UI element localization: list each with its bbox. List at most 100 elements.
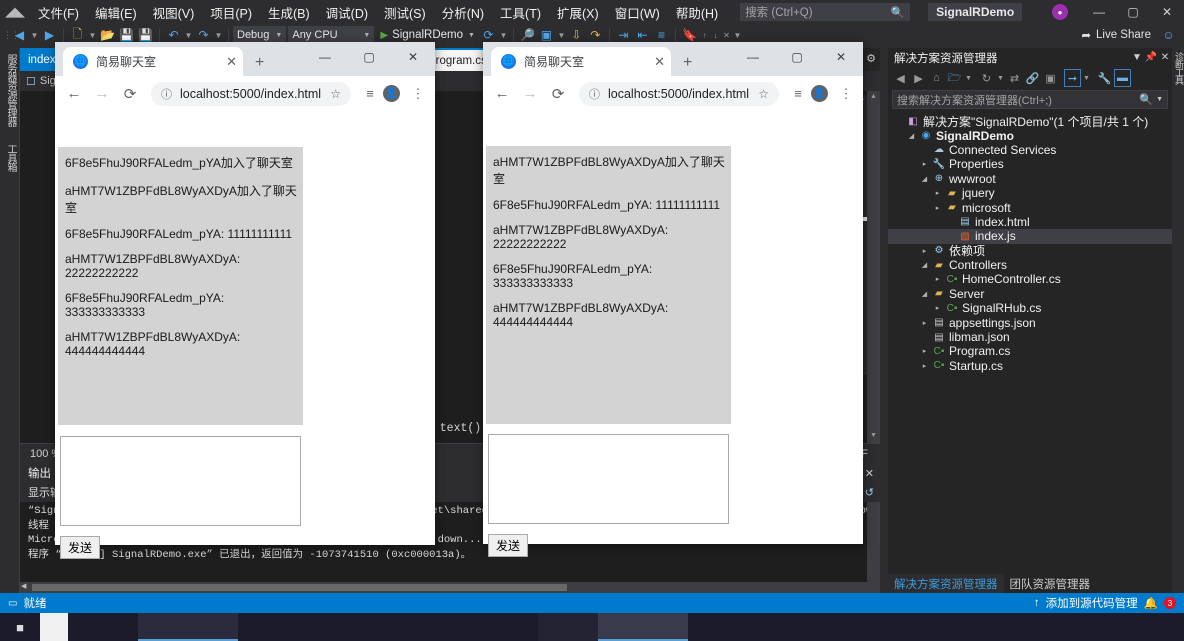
tree-item-connectedservices[interactable]: ☁Connected Services bbox=[888, 143, 1172, 157]
browser1-message-input[interactable] bbox=[60, 436, 301, 526]
browser2-profile-icon[interactable]: 👤 bbox=[811, 85, 833, 102]
tree-item-signalrdemo[interactable]: ◢◉SignalRDemo bbox=[888, 128, 1172, 142]
expander-icon[interactable]: ▸ bbox=[931, 275, 944, 283]
navigate-back-icon[interactable]: ◀ bbox=[10, 26, 29, 44]
menu-item-2[interactable]: 视图(V) bbox=[145, 0, 203, 25]
pin-icon[interactable]: 📌 bbox=[1144, 52, 1158, 63]
browser2-reading-list-icon[interactable]: ≡ bbox=[787, 86, 809, 101]
menu-item-1[interactable]: 编辑(E) bbox=[87, 0, 145, 25]
browser2-forward-icon[interactable]: → bbox=[517, 85, 543, 102]
browser1-minimize-button[interactable]: — bbox=[303, 42, 347, 72]
browser1-address-bar[interactable]: ⓘ localhost:5000/index.html ☆ bbox=[151, 82, 351, 106]
forward-icon[interactable]: ▶ bbox=[910, 69, 927, 87]
sync-with-active-document-icon[interactable]: ➞ bbox=[1064, 69, 1081, 87]
tree-item-controllers[interactable]: ◢▰Controllers bbox=[888, 258, 1172, 272]
collapse-all-icon[interactable]: ⇄ bbox=[1006, 69, 1023, 87]
output-close-icon[interactable]: ✕ bbox=[865, 467, 880, 480]
browser1-menu-icon[interactable]: ⋮ bbox=[407, 86, 429, 102]
vs-close-button[interactable]: ✕ bbox=[1150, 5, 1184, 19]
taskbar-item-other[interactable] bbox=[538, 613, 598, 641]
browser1-tab-close-icon[interactable]: ✕ bbox=[220, 54, 237, 70]
browser1-back-icon[interactable]: ← bbox=[61, 85, 87, 102]
output-horizontal-scrollbar[interactable]: ◀ bbox=[20, 582, 867, 593]
bookmark-star-icon[interactable]: ☆ bbox=[758, 87, 769, 101]
notifications-icon[interactable]: 🔔 bbox=[1144, 596, 1158, 610]
panel-menu-icon[interactable]: ▼ bbox=[1130, 52, 1144, 63]
live-share-button[interactable]: ➦ Live Share bbox=[1081, 28, 1151, 42]
tree-item-program.cs[interactable]: ▸C▪Program.cs bbox=[888, 344, 1172, 358]
editor-vertical-scrollbar[interactable]: ▲ ▼ bbox=[867, 91, 880, 443]
taskbar-item-browser[interactable] bbox=[138, 613, 238, 641]
tab-solution-explorer[interactable]: 解决方案资源管理器 bbox=[888, 574, 1004, 594]
navigate-back-dropdown-icon[interactable]: ▼ bbox=[29, 26, 40, 44]
expander-icon[interactable]: ◢ bbox=[918, 261, 931, 269]
browser1-maximize-button[interactable]: ▢ bbox=[347, 42, 391, 72]
browser2-menu-icon[interactable]: ⋮ bbox=[835, 86, 857, 102]
close-icon[interactable]: ✕ bbox=[1158, 52, 1172, 63]
menu-item-9[interactable]: 扩展(X) bbox=[549, 0, 607, 25]
properties-icon[interactable]: 🔧 bbox=[1096, 69, 1113, 87]
chevron-down-icon[interactable]: ▼ bbox=[1156, 96, 1163, 103]
account-avatar[interactable]: ● bbox=[1052, 4, 1068, 20]
scroll-down-icon[interactable]: ▼ bbox=[867, 430, 880, 443]
browser2-tab-close-icon[interactable]: ✕ bbox=[648, 54, 665, 70]
browser1-close-button[interactable]: ✕ bbox=[391, 42, 435, 72]
preview-selected-items-icon[interactable]: ▣ bbox=[1042, 69, 1059, 87]
solution-tree[interactable]: ◧解决方案"SignalRDemo"(1 个项目/共 1 个)◢◉SignalR… bbox=[888, 111, 1172, 373]
expander-icon[interactable]: ▸ bbox=[931, 204, 944, 212]
view-designer-icon[interactable]: ▬ bbox=[1114, 69, 1131, 87]
expander-icon[interactable]: ▸ bbox=[918, 160, 931, 168]
tree-item-index.js[interactable]: ▧index.js bbox=[888, 229, 1172, 243]
expander-icon[interactable]: ▸ bbox=[931, 189, 944, 197]
chevron-down-icon[interactable]: ▼ bbox=[1082, 69, 1091, 87]
browser-window-2[interactable]: 🌐 简易聊天室 ✕ + — ▢ ✕ ← → ⟳ ⓘ localhost:5000… bbox=[483, 42, 863, 544]
info-icon[interactable]: ⓘ bbox=[589, 86, 600, 102]
notification-badge[interactable]: 3 bbox=[1164, 597, 1176, 609]
expander-icon[interactable]: ▸ bbox=[918, 362, 931, 370]
tree-item-homecontroller.cs[interactable]: ▸C▪HomeController.cs bbox=[888, 272, 1172, 286]
browser1-reload-icon[interactable]: ⟳ bbox=[117, 85, 143, 103]
browser1-send-button[interactable]: 发送 bbox=[60, 536, 100, 559]
expander-icon[interactable]: ▸ bbox=[918, 247, 931, 255]
home-icon[interactable]: ⌂ bbox=[928, 69, 945, 87]
start-button-icon[interactable]: ■ bbox=[0, 620, 40, 635]
tree-item-libman.json[interactable]: ▤libman.json bbox=[888, 330, 1172, 344]
expander-icon[interactable]: ◢ bbox=[918, 290, 931, 298]
chevron-down-icon[interactable]: ▼ bbox=[964, 69, 973, 87]
menu-item-5[interactable]: 调试(D) bbox=[318, 0, 376, 25]
expander-icon[interactable]: ◢ bbox=[918, 175, 931, 183]
browser1-new-tab-button[interactable]: + bbox=[243, 54, 274, 76]
scroll-left-icon[interactable]: ◀ bbox=[21, 582, 26, 590]
output-scroll-thumb[interactable] bbox=[32, 584, 567, 591]
menu-item-10[interactable]: 窗口(W) bbox=[607, 0, 668, 25]
refresh-icon[interactable]: ↻ bbox=[978, 69, 995, 87]
toolbox-tab[interactable]: 工具箱 bbox=[0, 138, 21, 177]
source-control-label[interactable]: 添加到源代码管理 bbox=[1046, 595, 1138, 611]
browser2-send-button[interactable]: 发送 bbox=[488, 534, 528, 557]
menu-item-4[interactable]: 生成(B) bbox=[260, 0, 318, 25]
browser2-minimize-button[interactable]: — bbox=[731, 42, 775, 72]
properties-link-icon[interactable]: 🔗 bbox=[1024, 69, 1041, 87]
menu-item-6[interactable]: 测试(S) bbox=[376, 0, 434, 25]
browser2-address-bar[interactable]: ⓘ localhost:5000/index.html ☆ bbox=[579, 82, 779, 106]
scroll-up-icon[interactable]: ▲ bbox=[867, 91, 880, 104]
expander-icon[interactable]: ▸ bbox=[918, 347, 931, 355]
diagnostic-tools-tab[interactable]: 诊断工具 bbox=[1172, 48, 1184, 88]
tree-item-wwwroot[interactable]: ◢⊕wwwroot bbox=[888, 172, 1172, 186]
editor-tab-settings-icon[interactable]: ⚙ bbox=[866, 52, 876, 65]
browser1-reading-list-icon[interactable]: ≡ bbox=[359, 86, 381, 101]
tree-item-properties[interactable]: ▸🔧Properties bbox=[888, 157, 1172, 171]
tree-item-[interactable]: ▸⚙依赖项 bbox=[888, 244, 1172, 258]
browser1-tab[interactable]: 🌐 简易聊天室 ✕ bbox=[63, 47, 243, 76]
expander-icon[interactable]: ◢ bbox=[905, 132, 918, 140]
menu-item-7[interactable]: 分析(N) bbox=[434, 0, 492, 25]
quick-launch-search[interactable]: 搜索 (Ctrl+Q) 🔍 bbox=[740, 3, 910, 21]
vs-maximize-button[interactable]: ▢ bbox=[1116, 5, 1150, 19]
feedback-icon[interactable]: ☺ bbox=[1159, 26, 1178, 44]
server-explorer-tab[interactable]: 服务器资源管理器 bbox=[0, 48, 21, 132]
menu-item-11[interactable]: 帮助(H) bbox=[668, 0, 726, 25]
browser2-maximize-button[interactable]: ▢ bbox=[775, 42, 819, 72]
vs-minimize-button[interactable]: — bbox=[1082, 5, 1116, 19]
browser2-message-input[interactable] bbox=[488, 434, 729, 524]
browser2-back-icon[interactable]: ← bbox=[489, 85, 515, 102]
